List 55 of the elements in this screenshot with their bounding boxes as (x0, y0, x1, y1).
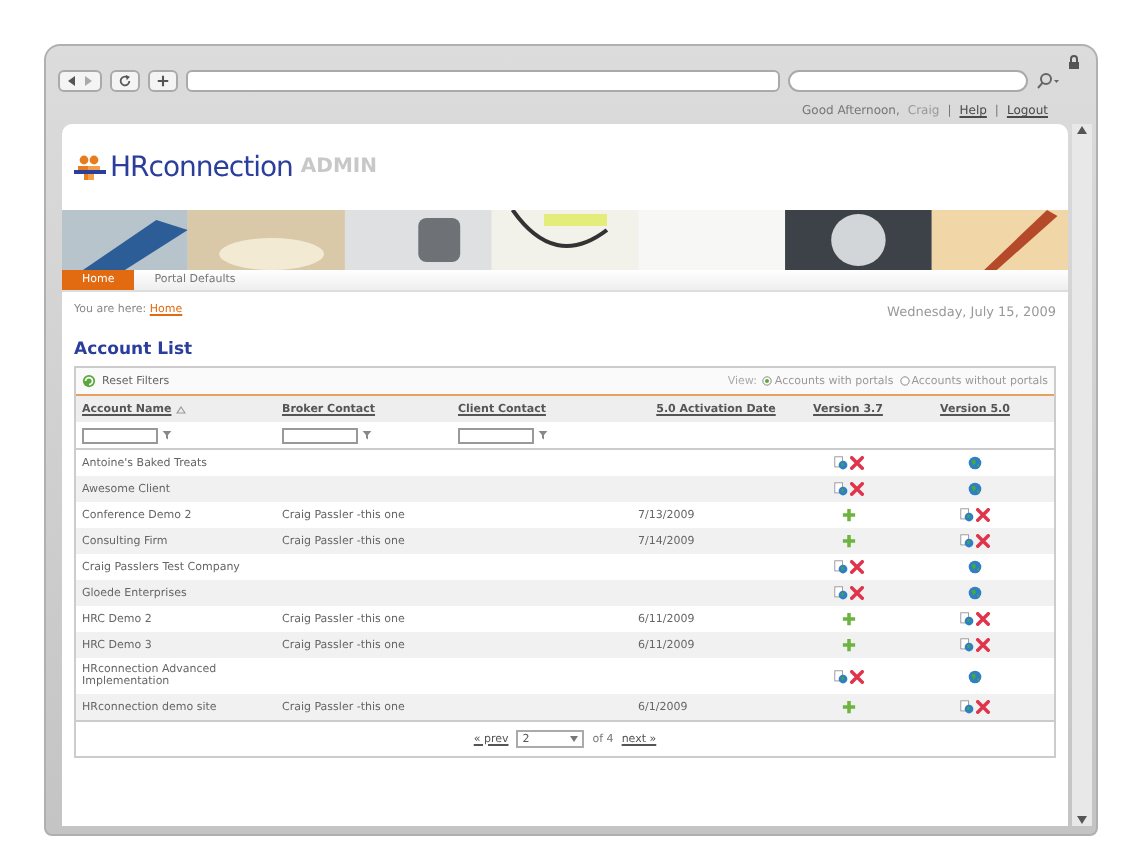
people-logo-icon (74, 153, 106, 181)
filter-field[interactable] (458, 427, 534, 443)
globe-icon[interactable] (968, 560, 982, 574)
reload-button[interactable] (110, 70, 140, 92)
scroll-up-icon[interactable] (1076, 124, 1088, 136)
globe-icon[interactable] (968, 586, 982, 600)
delete-icon[interactable] (849, 482, 863, 496)
logo-text: HRconnection (110, 151, 293, 183)
sort-icon[interactable] (175, 406, 186, 414)
scrollbar[interactable] (1072, 124, 1092, 826)
page-globe-icon[interactable] (960, 638, 974, 652)
filter-field[interactable] (82, 427, 158, 443)
new-tab-button[interactable] (148, 70, 178, 92)
scroll-down-icon[interactable] (1076, 814, 1088, 826)
page-globe-icon[interactable] (960, 612, 974, 626)
page-globe-icon[interactable] (960, 534, 974, 548)
page-globe-icon[interactable] (833, 586, 847, 600)
address-field[interactable] (186, 70, 780, 92)
reload-icon (118, 74, 132, 88)
search-icon[interactable] (1036, 72, 1060, 90)
page-globe-icon[interactable] (833, 669, 847, 683)
add-icon[interactable] (841, 638, 855, 652)
delete-icon[interactable] (976, 508, 990, 522)
delete-icon[interactable] (976, 534, 990, 548)
delete-icon[interactable] (849, 456, 863, 470)
filter-icon[interactable] (162, 430, 172, 440)
filter-field[interactable] (282, 427, 358, 443)
globe-icon[interactable] (968, 456, 982, 470)
delete-icon[interactable] (849, 586, 863, 600)
delete-icon[interactable] (849, 560, 863, 574)
globe-icon[interactable] (968, 669, 982, 683)
delete-icon[interactable] (976, 700, 990, 714)
add-icon[interactable] (841, 508, 855, 522)
back-forward-button[interactable] (58, 70, 102, 92)
caret-icon (570, 736, 579, 742)
page-globe-icon[interactable] (833, 482, 847, 496)
reset-icon (82, 374, 96, 388)
add-icon[interactable] (841, 534, 855, 548)
lock-icon (1068, 54, 1080, 70)
filter-icon[interactable] (362, 430, 372, 440)
page-title: Account List (72, 338, 195, 364)
filter-icon[interactable] (538, 430, 548, 440)
delete-icon[interactable] (976, 638, 990, 652)
search-field[interactable] (788, 70, 1028, 92)
page-globe-icon[interactable] (833, 560, 847, 574)
page-globe-icon[interactable] (833, 456, 847, 470)
page-globe-icon[interactable] (960, 700, 974, 714)
add-icon[interactable] (841, 700, 855, 714)
delete-icon[interactable] (849, 669, 863, 683)
globe-icon[interactable] (968, 482, 982, 496)
add-icon[interactable] (841, 612, 855, 626)
page-globe-icon[interactable] (960, 508, 974, 522)
delete-icon[interactable] (976, 612, 990, 626)
arrows-icon (66, 74, 94, 88)
plus-icon (156, 74, 170, 88)
